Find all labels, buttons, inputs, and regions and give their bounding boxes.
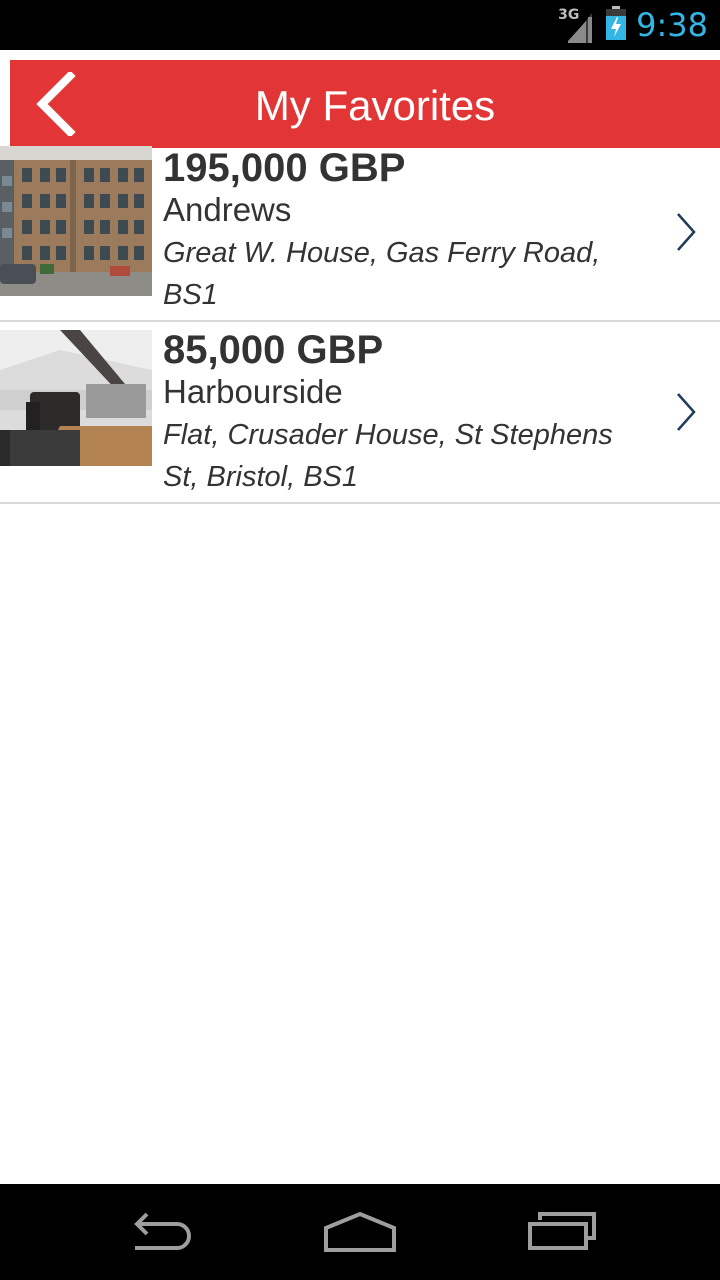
clock: 9:38	[636, 6, 708, 44]
home-icon	[324, 1211, 396, 1252]
listing-price: 85,000 GBP	[163, 328, 384, 372]
back-button[interactable]	[32, 72, 82, 136]
listing-price: 195,000 GBP	[163, 146, 406, 190]
status-bar: 3G 9:38	[0, 0, 720, 50]
list-item[interactable]: 195,000 GBP Andrews Great W. House, Gas …	[0, 140, 720, 322]
listing-area: Andrews	[163, 191, 292, 228]
network-type-label: 3G	[558, 7, 580, 23]
listing-area: Harbourside	[163, 373, 343, 410]
back-icon	[134, 1212, 191, 1250]
chevron-right-icon	[677, 393, 696, 431]
listing-address: Great W. House, Gas Ferry Road, BS1	[163, 237, 601, 311]
system-nav-bar	[0, 1184, 720, 1280]
nav-home-button[interactable]	[315, 1200, 405, 1264]
status-icons: 3G 9:38	[558, 0, 708, 50]
chevron-right-icon	[677, 213, 696, 251]
list-item[interactable]: 85,000 GBP Harbourside Flat, Crusader Ho…	[0, 322, 720, 504]
favorites-list: 195,000 GBP Andrews Great W. House, Gas …	[0, 140, 720, 504]
chevron-left-icon	[36, 72, 76, 136]
listing-details: 195,000 GBP Andrews Great W. House, Gas …	[163, 146, 633, 316]
page-title: My Favorites	[254, 82, 496, 129]
nav-recent-apps-button[interactable]	[517, 1200, 607, 1264]
signal-icon: 3G	[558, 7, 596, 43]
nav-back-button[interactable]	[115, 1200, 205, 1264]
recent-apps-icon	[528, 1212, 596, 1250]
listing-details: 85,000 GBP Harbourside Flat, Crusader Ho…	[163, 328, 633, 498]
app-header: My Favorites	[10, 60, 720, 148]
property-photo	[0, 146, 152, 296]
property-photo	[0, 330, 152, 466]
listing-address: Flat, Crusader House, St Stephens St, Br…	[163, 419, 613, 493]
battery-charging-icon	[606, 5, 627, 45]
